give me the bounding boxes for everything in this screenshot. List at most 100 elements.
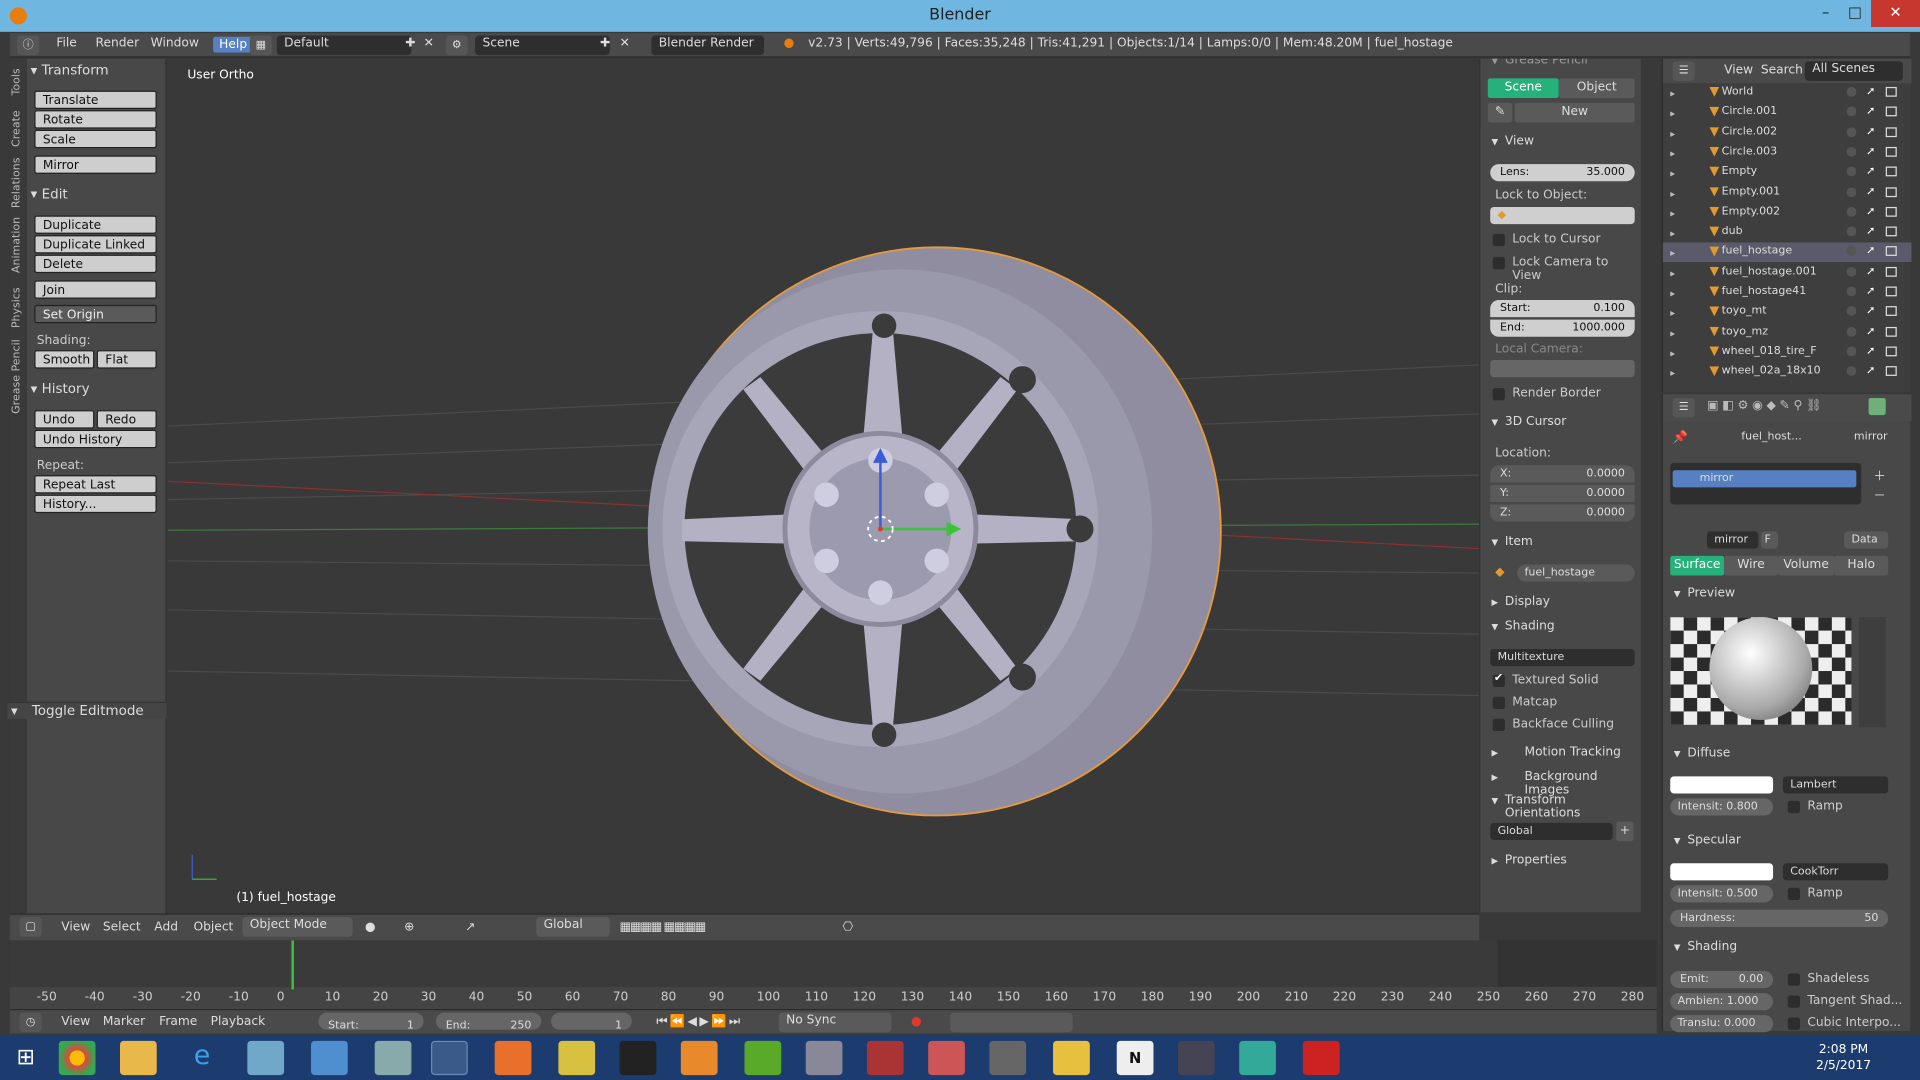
outliner-item-name[interactable]: Circle.001 [1722, 106, 1777, 118]
delete-button[interactable]: Delete [34, 254, 157, 274]
tab-wire[interactable]: Wire [1724, 555, 1778, 576]
tab-grease-pencil[interactable]: Grease Pencil [11, 339, 23, 414]
expand-icon[interactable]: ▸ [1670, 248, 1680, 259]
renderable-camera-icon[interactable] [1885, 266, 1897, 277]
scale-button[interactable]: Scale [34, 129, 157, 149]
layers-icon[interactable]: ▦▦▦▦ ▦▦▦▦ [620, 921, 707, 934]
tab-halo[interactable]: Halo [1834, 555, 1889, 576]
breadcrumb-object[interactable]: fuel_host... [1741, 431, 1802, 443]
current-frame-field[interactable]: 1 [551, 1012, 632, 1032]
selectable-cursor-icon[interactable]: ➚ [1866, 126, 1875, 138]
expand-icon[interactable]: ▸ [1670, 188, 1680, 199]
windows-start-icon[interactable]: ⊞ [7, 1041, 44, 1075]
item-panel-header[interactable]: Item [1480, 535, 1640, 548]
outliner-row[interactable]: ▸ toyo_mz ➚ [1663, 323, 1912, 343]
outliner-row[interactable]: ▸ Circle.003 ➚ [1663, 143, 1912, 163]
outliner-row[interactable]: ▸ Circle.002 ➚ [1663, 123, 1912, 143]
outliner-item-name[interactable]: toyo_mz [1722, 325, 1768, 337]
chrome-icon[interactable] [58, 1040, 96, 1076]
material-tab-icon[interactable] [1868, 397, 1886, 416]
timeline-editor-type-icon[interactable]: ◷ [19, 1012, 42, 1033]
mirror-button[interactable]: Mirror [34, 155, 157, 174]
tl-menu-frame[interactable]: Frame [159, 1015, 197, 1028]
tab-tools[interactable]: Tools [11, 68, 23, 95]
grease-pencil-header[interactable]: Grease Pencil [1480, 59, 1640, 68]
expand-icon[interactable]: ▸ [1670, 348, 1680, 359]
remove-layout-icon[interactable]: ✕ [424, 37, 434, 50]
props-context-tabs[interactable]: ▣◧⚙◉◆✎⚲⛓ [1707, 399, 1825, 412]
undo-button[interactable]: Undo [34, 410, 95, 429]
record-icon[interactable]: ● [911, 1015, 922, 1028]
app-icon-6[interactable] [374, 1040, 412, 1076]
clip-end-field[interactable]: End: 1000.000 [1490, 319, 1635, 337]
history-button[interactable]: History... [34, 494, 157, 514]
manipulator-icon[interactable]: ↗ [465, 921, 475, 934]
shading-panel-header[interactable]: Shading [1480, 620, 1640, 633]
duplicate-linked-button[interactable]: Duplicate Linked [34, 235, 157, 254]
wheel-model[interactable] [167, 59, 1480, 912]
menu-window[interactable]: Window [151, 37, 199, 50]
tab-physics[interactable]: Physics [11, 287, 23, 328]
lens-field[interactable]: Lens: 35.000 [1490, 164, 1635, 182]
start-frame-field[interactable]: Start: 1 [318, 1012, 424, 1032]
outliner-row[interactable]: ▸ fuel_hostage ➚ [1662, 242, 1912, 263]
material-name-field[interactable]: mirror [1706, 531, 1759, 549]
rotate-button[interactable]: Rotate [34, 110, 157, 129]
lock-camera-checkbox[interactable]: Lock Camera to View [1492, 256, 1641, 283]
outliner-item-name[interactable]: fuel_hostage [1722, 245, 1793, 257]
tab-surface[interactable]: Surface [1670, 555, 1725, 576]
expand-icon[interactable]: ▸ [1670, 288, 1680, 299]
expand-icon[interactable]: ▸ [1670, 308, 1680, 319]
renderable-camera-icon[interactable] [1885, 206, 1897, 217]
timeline-ruler[interactable]: -50 -40 -30 -20 -10 0 10 20 30 40 50 60 70 80 90 100 110… [9, 986, 1657, 1011]
local-camera-field[interactable] [1490, 360, 1635, 378]
orientation-value-select[interactable]: Global [1490, 822, 1613, 841]
material-slot-item[interactable]: mirror [1672, 470, 1857, 488]
textured-solid-checkbox[interactable]: Textured Solid [1492, 672, 1599, 687]
breadcrumb-material[interactable]: mirror [1854, 431, 1888, 443]
end-frame-field[interactable]: End: 250 [435, 1012, 542, 1032]
minimize-button[interactable]: – [1810, 0, 1842, 27]
visibility-eye-icon[interactable] [1846, 306, 1857, 317]
diffuse-intensity-field[interactable]: Intensit: 0.800 [1670, 798, 1774, 816]
app-icon-19[interactable] [1177, 1040, 1215, 1076]
file-explorer-icon[interactable] [120, 1040, 157, 1076]
system-clock[interactable]: 2:08 PM 2/5/2017 [1816, 1042, 1871, 1074]
viewport-shading-icon[interactable]: ● [365, 921, 376, 934]
tab-relations[interactable]: Relations [11, 158, 23, 209]
outliner-row[interactable]: ▸ fuel_hostage41 ➚ [1663, 283, 1912, 303]
app-icon-15[interactable] [928, 1040, 965, 1076]
matcap-checkbox[interactable]: Matcap [1492, 696, 1557, 709]
outliner-item-name[interactable]: dub [1722, 225, 1743, 237]
selectable-cursor-icon[interactable]: ➚ [1866, 365, 1875, 377]
vp-menu-object[interactable]: Object [193, 921, 233, 934]
outliner-row[interactable]: ▸ dub ➚ [1663, 223, 1912, 243]
outliner-display-select[interactable]: All Scenes [1804, 61, 1903, 81]
expand-icon[interactable]: ▸ [1670, 228, 1680, 239]
renderable-camera-icon[interactable] [1885, 146, 1897, 157]
translate-button[interactable]: Translate [34, 90, 157, 109]
menu-file[interactable]: File [56, 37, 76, 50]
toggle-editmode-header[interactable]: Toggle Editmode [7, 701, 167, 719]
tl-menu-playback[interactable]: Playback [211, 1015, 266, 1028]
outliner-item-name[interactable]: Circle.003 [1722, 146, 1777, 158]
maximize-button[interactable]: □ [1839, 0, 1871, 27]
outliner-row[interactable]: ▸ Empty.002 ➚ [1663, 203, 1912, 223]
ambient-field[interactable]: Ambien: 1.000 [1670, 993, 1774, 1011]
timeline[interactable]: -50 -40 -30 -20 -10 0 10 20 30 40 50 60 70 80 90 100 110… [9, 940, 1657, 1011]
playback-controls[interactable]: ⏮⏪◀▶⏩⏭ [656, 1015, 742, 1028]
expand-icon[interactable]: ▸ [1670, 128, 1680, 139]
specular-ramp-checkbox[interactable]: Ramp [1787, 887, 1843, 901]
selectable-cursor-icon[interactable]: ➚ [1866, 285, 1875, 297]
outliner-item-name[interactable]: fuel_hostage41 [1722, 285, 1807, 297]
tangent-shading-checkbox[interactable]: Tangent Shad... [1787, 994, 1902, 1008]
vp-menu-select[interactable]: Select [103, 921, 141, 934]
outliner-row[interactable]: ▸ fuel_hostage.001 ➚ [1663, 263, 1912, 283]
visibility-eye-icon[interactable] [1846, 166, 1857, 177]
app-icon-14[interactable] [866, 1040, 904, 1076]
pencil-icon[interactable]: ✎ [1487, 102, 1513, 123]
undo-history-button[interactable]: Undo History [34, 429, 157, 449]
renderable-camera-icon[interactable] [1885, 166, 1897, 177]
selectable-cursor-icon[interactable]: ➚ [1866, 345, 1875, 357]
visibility-eye-icon[interactable] [1846, 326, 1857, 337]
